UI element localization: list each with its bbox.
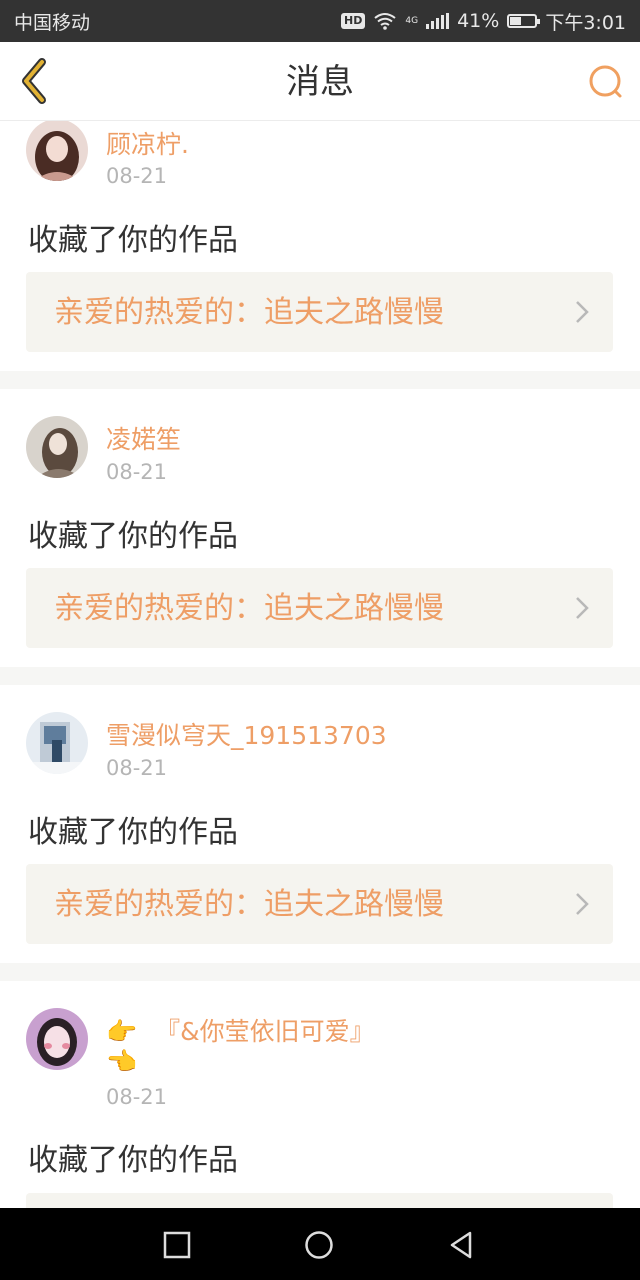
clock: 下午3:01 bbox=[545, 11, 626, 34]
work-title: 亲爱的热爱的：追夫之路慢慢 bbox=[54, 591, 444, 626]
search-icon[interactable] bbox=[586, 62, 626, 102]
network-type: 4G bbox=[405, 16, 419, 26]
chevron-right-icon bbox=[576, 597, 589, 619]
work-link[interactable]: 亲爱的热爱的：追夫之路慢慢 bbox=[26, 272, 613, 352]
home-icon[interactable] bbox=[304, 1230, 334, 1260]
user-name[interactable]: 顾凉柠. bbox=[106, 125, 189, 161]
action-text: 收藏了你的作品 bbox=[28, 519, 238, 554]
message-card: 顾凉柠. 08-21 收藏了你的作品 亲爱的热爱的：追夫之路慢慢 bbox=[0, 121, 640, 371]
work-link[interactable] bbox=[26, 1193, 613, 1208]
message-card: 凌婼笙 08-21 收藏了你的作品 亲爱的热爱的：追夫之路慢慢 bbox=[0, 389, 640, 667]
signal-icon bbox=[426, 13, 450, 29]
chevron-right-icon bbox=[576, 893, 589, 915]
battery-percent: 41% bbox=[457, 10, 500, 32]
avatar[interactable] bbox=[26, 121, 88, 181]
message-card: 雪漫似穹天_191513703 08-21 收藏了你的作品 亲爱的热爱的：追夫之… bbox=[0, 685, 640, 963]
user-name[interactable]: 👉 『&你莹依旧可爱』 bbox=[106, 1012, 375, 1048]
avatar[interactable] bbox=[26, 712, 88, 774]
hd-icon: HD bbox=[341, 13, 366, 29]
avatar[interactable] bbox=[26, 416, 88, 478]
message-card: 👉 『&你莹依旧可爱』 👈 08-21 收藏了你的作品 bbox=[0, 981, 640, 1208]
message-date: 08-21 bbox=[106, 1085, 168, 1109]
page-title: 消息 bbox=[286, 62, 354, 102]
pointing-right-emoji: 👉 bbox=[106, 1017, 138, 1046]
work-link[interactable]: 亲爱的热爱的：追夫之路慢慢 bbox=[26, 864, 613, 944]
system-nav-bar bbox=[0, 1208, 640, 1280]
action-text: 收藏了你的作品 bbox=[28, 223, 238, 258]
work-title: 亲爱的热爱的：追夫之路慢慢 bbox=[54, 295, 444, 330]
battery-icon bbox=[507, 14, 541, 28]
message-date: 08-21 bbox=[106, 756, 168, 780]
pointing-left-emoji: 👈 bbox=[106, 1047, 138, 1076]
action-text: 收藏了你的作品 bbox=[28, 815, 238, 850]
message-date: 08-21 bbox=[106, 460, 168, 484]
message-date: 08-21 bbox=[106, 164, 168, 188]
carrier-name: 中国移动 bbox=[14, 11, 91, 34]
work-link[interactable]: 亲爱的热爱的：追夫之路慢慢 bbox=[26, 568, 613, 648]
app-header: 消息 bbox=[0, 42, 640, 121]
back-icon[interactable] bbox=[446, 1230, 476, 1260]
wifi-icon bbox=[374, 13, 397, 30]
status-bar: 中国移动 HD 4G 41% 下午3:01 bbox=[0, 0, 640, 42]
user-name-text: 『&你莹依旧可爱』 bbox=[155, 1017, 375, 1046]
recent-apps-icon[interactable] bbox=[162, 1230, 192, 1260]
message-list[interactable]: 顾凉柠. 08-21 收藏了你的作品 亲爱的热爱的：追夫之路慢慢 凌婼笙 08-… bbox=[0, 121, 640, 1208]
avatar[interactable] bbox=[26, 1008, 88, 1070]
action-text: 收藏了你的作品 bbox=[28, 1143, 238, 1178]
chevron-right-icon bbox=[576, 301, 589, 323]
status-icons: HD 4G 41% 下午3:01 bbox=[341, 8, 626, 35]
work-title: 亲爱的热爱的：追夫之路慢慢 bbox=[54, 887, 444, 922]
user-name[interactable]: 凌婼笙 bbox=[106, 420, 181, 456]
user-name[interactable]: 雪漫似穹天_191513703 bbox=[106, 716, 387, 752]
back-arrow-icon[interactable] bbox=[14, 56, 54, 106]
